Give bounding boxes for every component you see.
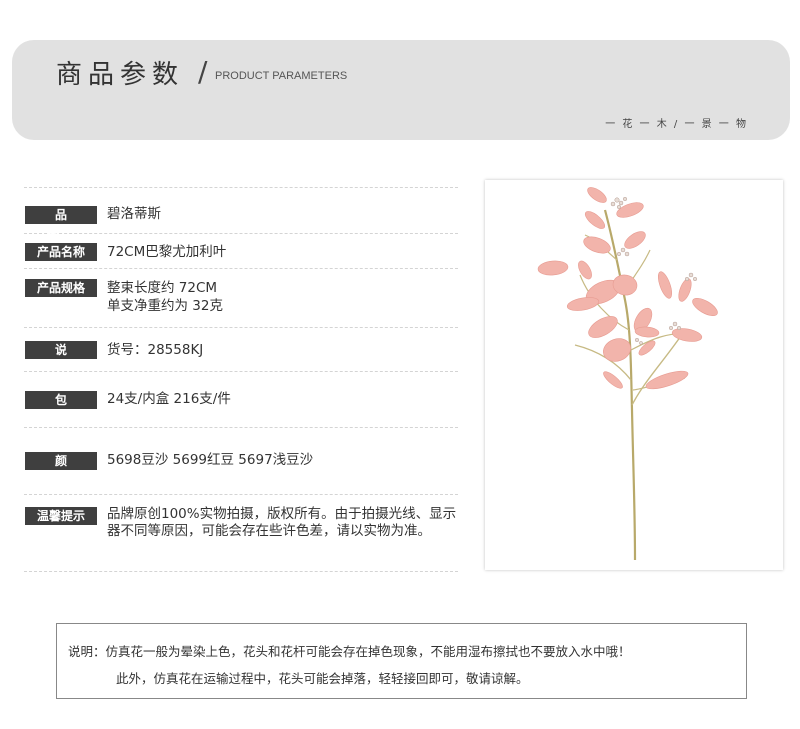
spec-divider [24,327,458,328]
spec-value-size-line2: 单支净重约为 32克 [107,298,223,314]
care-notice: 说明：仿真花一般为晕染上色，花头和花杆可能会存在掉色现象，不能用湿布擦拭也不要放… [56,623,747,699]
spec-divider [24,371,458,372]
page-title: 商品参数 [56,60,185,90]
notice-line-2: 此外，仿真花在运输过程中，花头可能会掉落，轻轻接回即可，敬请谅解。 [116,671,529,686]
header-banner: 商品参数 / PRODUCT PARAMETERS 一 花 一 木 / 一 景 … [12,40,790,140]
spec-label-packing: 包 装 [25,391,97,425]
spec-divider [24,187,458,188]
spec-label-name: 产品名称 [25,243,97,261]
spec-label-color: 颜 色 [25,452,97,486]
spec-label-size: 产品规格 [25,279,97,297]
page-subtitle: PRODUCT PARAMETERS [215,70,348,82]
spec-value-brand: 碧洛蒂斯 [107,206,161,222]
product-photo [485,180,783,570]
spec-label-brand: 品 牌 [25,206,97,240]
spec-value-packing: 24支/内盒 216支/件 [107,391,231,407]
notice-line-1: 说明：仿真花一般为晕染上色，花头和花杆可能会存在掉色现象，不能用湿布擦拭也不要放… [68,644,631,659]
spec-divider [24,571,458,572]
eucalyptus-stem-image [537,187,718,561]
header-motto: 一 花 一 木 / 一 景 一 物 [605,119,748,130]
title-separator: / [198,55,208,88]
spec-value-name: 72CM巴黎尤加利叶 [107,244,227,260]
spec-value-tip: 品牌原创100%实物拍摄，版权所有。由于拍摄光线、显示器不同等原因，可能会存在些… [107,506,457,539]
spec-label-tip: 温馨提示 [25,507,97,525]
spec-divider [24,494,458,495]
spec-divider [24,427,458,428]
spec-value-size-line1: 整束长度约 72CM [107,280,218,296]
spec-value-sku: 货号：28558KJ [107,342,204,358]
spec-value-color: 5698豆沙 5699红豆 5697浅豆沙 [107,452,314,468]
spec-label-note: 说 明 [25,341,97,375]
spec-divider [24,233,458,234]
spec-divider [24,268,458,269]
